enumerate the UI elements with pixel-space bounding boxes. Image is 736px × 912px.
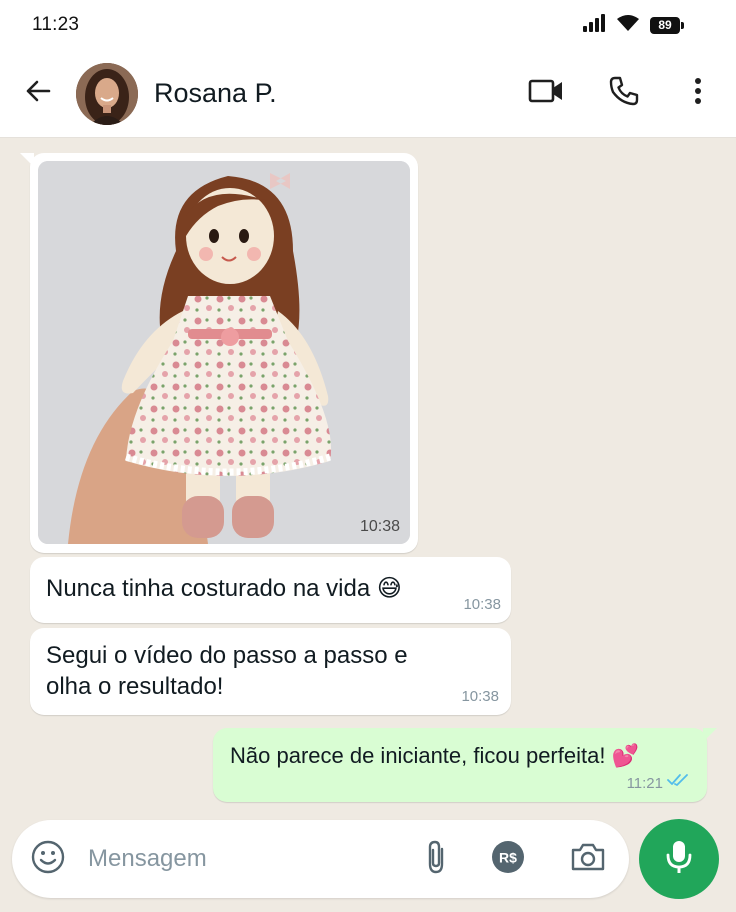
video-call-button[interactable]	[524, 72, 568, 116]
incoming-message[interactable]: Nunca tinha costurado na vida 😅 10:38	[30, 557, 511, 623]
chat-area[interactable]: 10:38 Nunca tinha costurado na vida 😅 10…	[0, 139, 736, 819]
contact-name[interactable]: Rosana P.	[154, 78, 524, 109]
image-message[interactable]: 10:38	[20, 153, 418, 553]
voice-message-button[interactable]	[639, 819, 719, 899]
paperclip-icon	[423, 839, 449, 880]
pay-label: R$	[499, 849, 517, 865]
rag-doll-photo[interactable]: 10:38	[38, 161, 410, 544]
more-vertical-icon	[694, 77, 702, 110]
emoji-button[interactable]	[28, 839, 68, 879]
back-arrow-icon	[24, 77, 52, 110]
message-input[interactable]	[88, 838, 408, 880]
status-icons: 89	[582, 13, 684, 37]
microphone-icon	[664, 839, 694, 880]
payment-button[interactable]: R$	[488, 839, 528, 879]
read-receipt-icon	[667, 773, 691, 792]
wifi-icon	[616, 14, 640, 37]
status-bar: 11:23 89	[0, 0, 736, 50]
pix-payment-icon: R$	[491, 840, 525, 879]
avatar[interactable]	[76, 62, 138, 125]
camera-icon	[570, 841, 606, 878]
message-text: Nunca tinha costurado na vida 😅	[46, 575, 402, 602]
back-button[interactable]	[18, 74, 58, 114]
status-time: 11:23	[32, 14, 80, 35]
message-time: 11:21	[626, 775, 663, 792]
outgoing-message[interactable]: Não parece de iniciante, ficou perfeita!…	[213, 728, 717, 802]
incoming-message[interactable]: Segui o vídeo do passo a passo e olha o …	[30, 628, 511, 715]
signal-icon	[582, 13, 606, 37]
battery-indicator: 89	[650, 16, 684, 34]
message-time: 10:38	[461, 688, 499, 705]
video-call-icon	[528, 77, 564, 110]
message-text: Não parece de iniciante, ficou perfeita!…	[230, 743, 639, 768]
chat-header: Rosana P.	[0, 50, 736, 138]
voice-call-button[interactable]	[602, 72, 646, 116]
message-time: 10:38	[359, 518, 400, 535]
attach-button[interactable]	[416, 839, 456, 879]
message-composer: R$	[12, 820, 629, 898]
camera-button[interactable]	[568, 839, 608, 879]
emoji-icon	[31, 840, 65, 879]
more-options-button[interactable]	[676, 72, 720, 116]
message-time: 10:38	[463, 596, 501, 613]
phone-icon	[608, 75, 640, 112]
message-text: Segui o vídeo do passo a passo e olha o …	[46, 642, 408, 700]
